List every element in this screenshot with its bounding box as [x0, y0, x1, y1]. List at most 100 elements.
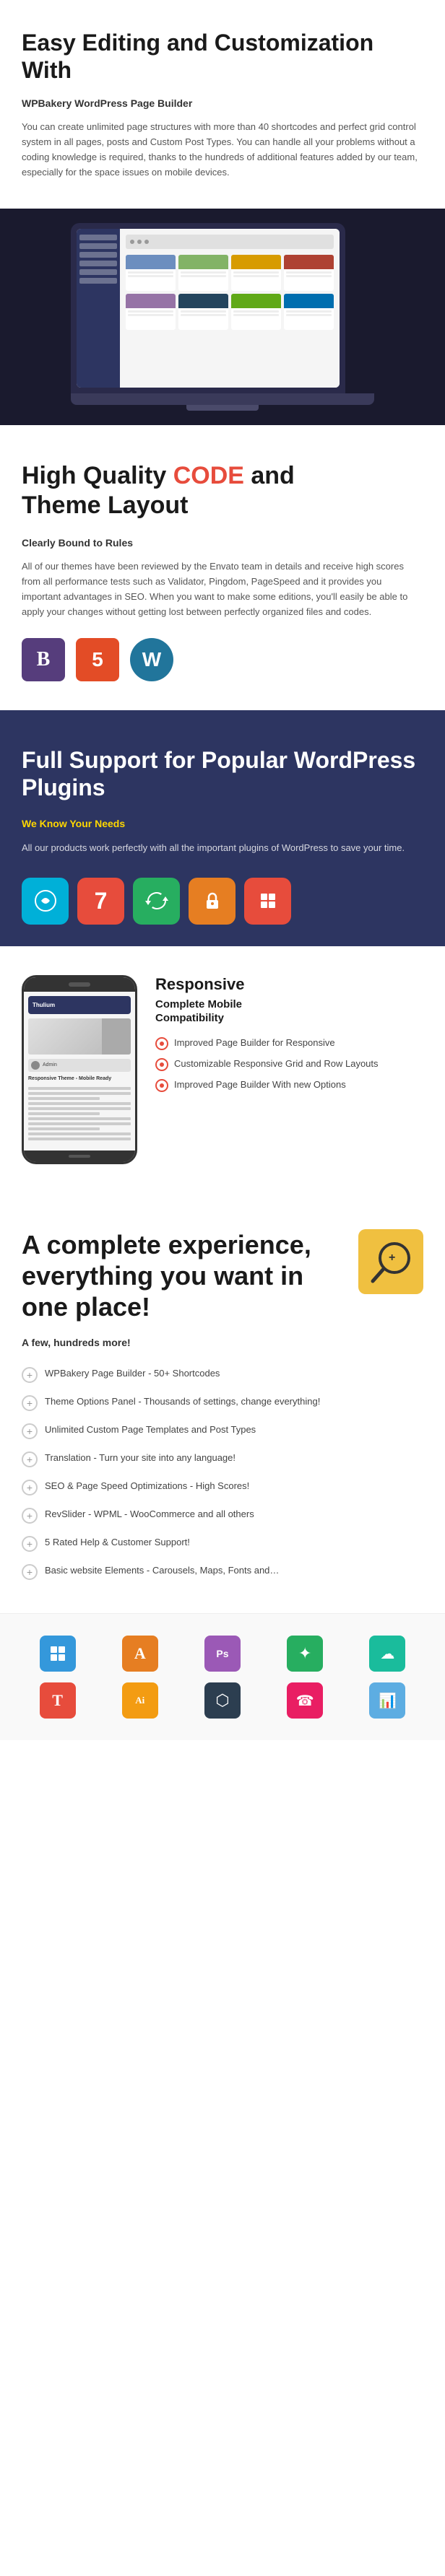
experience-item-7: + 5 Rated Help & Customer Support!	[22, 1535, 423, 1552]
experience-item-text-2: Theme Options Panel - Thousands of setti…	[45, 1394, 320, 1409]
phone-text-line	[28, 1138, 131, 1140]
phone-text-line	[28, 1107, 131, 1110]
laptop-card	[126, 294, 176, 330]
hand-icon: +	[358, 1229, 423, 1294]
laptop-card	[178, 294, 228, 330]
phone-text-lines	[28, 1086, 131, 1144]
plus-circle-icon-2: +	[22, 1395, 38, 1411]
plus-circle-icon-4: +	[22, 1451, 38, 1467]
feature-list: Improved Page Builder for Responsive Cus…	[155, 1036, 423, 1092]
plugins-subtitle: We Know Your Needs	[22, 816, 423, 831]
phone-text-line	[28, 1117, 131, 1120]
bottom-icon-type: T	[40, 1682, 76, 1719]
section-editing: Easy Editing and Customization With WPBa…	[0, 0, 445, 209]
bootstrap-icon: B	[22, 638, 65, 681]
laptop-screen	[77, 229, 340, 388]
plus-circle-icon-5: +	[22, 1480, 38, 1496]
feature-text-1: Improved Page Builder for Responsive	[174, 1036, 335, 1049]
sidebar-item	[79, 261, 117, 266]
topbar-dot	[144, 240, 149, 244]
experience-item-1: + WPBakery Page Builder - 50+ Shortcodes	[22, 1366, 423, 1383]
phone-admin-name: Admin	[43, 1062, 57, 1067]
phone-hero-left	[28, 1018, 102, 1055]
phone-text-line	[28, 1132, 131, 1135]
bottom-icon-star: ✦	[287, 1636, 323, 1672]
seven-icon: 7	[77, 878, 124, 925]
plus-circle-icon-1: +	[22, 1367, 38, 1383]
bottom-icon-chart: 📊	[369, 1682, 405, 1719]
html5-icon: 5	[76, 638, 119, 681]
phone-text-line	[28, 1122, 131, 1125]
code-title-part1: High Quality	[22, 462, 173, 489]
code-title: High Quality CODE andTheme Layout	[22, 461, 423, 520]
plus-circle-icon-7: +	[22, 1536, 38, 1552]
experience-item-6: + RevSlider - WPML - WooCommerce and all…	[22, 1507, 423, 1524]
experience-item-text-5: SEO & Page Speed Optimizations - High Sc…	[45, 1479, 249, 1493]
laptop-main	[120, 229, 340, 388]
experience-item-text-6: RevSlider - WPML - WooCommerce and all o…	[45, 1507, 254, 1521]
feature-check-icon	[155, 1079, 168, 1092]
experience-item-8: + Basic website Elements - Carousels, Ma…	[22, 1563, 423, 1580]
laptop-demo	[0, 209, 445, 425]
bottom-icon-text: A	[122, 1636, 158, 1672]
phone-hero	[28, 1018, 131, 1055]
phone-avatar	[31, 1061, 40, 1070]
wordpress-icon: W	[130, 638, 173, 681]
laptop-card	[284, 294, 334, 330]
laptop-content-grid	[126, 255, 334, 330]
laptop-card	[231, 255, 281, 291]
phone-hero-right	[102, 1018, 131, 1055]
topbar-dot	[137, 240, 142, 244]
responsive-subtitle: Complete MobileCompatibility	[155, 997, 423, 1026]
tech-icons: B 5 W	[22, 638, 423, 681]
phone-text-line-short	[28, 1112, 100, 1115]
responsive-content: Responsive Complete MobileCompatibility …	[155, 975, 423, 1099]
sidebar-item	[79, 252, 117, 258]
plus-circle-icon-8: +	[22, 1564, 38, 1580]
few-more: A few, hundreds more!	[22, 1337, 423, 1348]
section-code: High Quality CODE andTheme Layout Clearl…	[0, 425, 445, 710]
feature-text-2: Customizable Responsive Grid and Row Lay…	[174, 1057, 379, 1070]
section-experience: + A complete experience, everything you …	[0, 1193, 445, 1614]
phone-blog-title: Responsive Theme - Mobile Ready	[28, 1075, 131, 1083]
sidebar-item	[79, 243, 117, 249]
code-subtitle: Clearly Bound to Rules	[22, 535, 423, 551]
bottom-icon-hex: ⬡	[204, 1682, 241, 1719]
bottom-icon-phone: ☎	[287, 1682, 323, 1719]
phone-screen: Thulium Admin Responsive Theme - Mobile …	[24, 992, 135, 1151]
feature-item-3: Improved Page Builder With new Options	[155, 1078, 423, 1092]
feature-text-3: Improved Page Builder With new Options	[174, 1078, 346, 1091]
section-plugins: Full Support for Popular WordPress Plugi…	[0, 710, 445, 946]
laptop-stand	[186, 405, 259, 411]
feature-item-1: Improved Page Builder for Responsive	[155, 1036, 423, 1050]
responsive-title: Responsive	[155, 975, 423, 994]
editing-subtitle: WPBakery WordPress Page Builder	[22, 95, 423, 111]
lock-icon	[189, 878, 236, 925]
laptop-base	[71, 393, 374, 405]
phone-text-line	[28, 1092, 131, 1095]
experience-item-text-7: 5 Rated Help & Customer Support!	[45, 1535, 190, 1550]
bottom-icon-cloud: ☁	[369, 1636, 405, 1672]
code-description: All of our themes have been reviewed by …	[22, 559, 423, 619]
laptop-sidebar	[77, 229, 120, 388]
laptop-mockup	[71, 223, 345, 393]
topbar-dot	[130, 240, 134, 244]
experience-item-text-4: Translation - Turn your site into any la…	[45, 1451, 236, 1465]
section-bottom-icons: A Ps ✦ ☁ T Ai ⬡ ☎ 📊	[0, 1613, 445, 1740]
experience-item-text-8: Basic website Elements - Carousels, Maps…	[45, 1563, 279, 1578]
editing-title: Easy Editing and Customization With	[22, 29, 423, 84]
laptop-card	[284, 255, 334, 291]
plus-circle-icon-6: +	[22, 1508, 38, 1524]
laptop-topbar	[126, 235, 334, 249]
phone-home-button	[69, 1155, 90, 1158]
grid-icon	[244, 878, 291, 925]
bottom-icons-grid: A Ps ✦ ☁ T Ai ⬡ ☎ 📊	[22, 1636, 423, 1719]
phone-header: Thulium	[28, 996, 131, 1014]
editing-description: You can create unlimited page structures…	[22, 120, 423, 180]
experience-item-text-3: Unlimited Custom Page Templates and Post…	[45, 1423, 256, 1437]
phone-text-line-short	[28, 1127, 100, 1130]
quill-icon	[22, 878, 69, 925]
svg-text:+: +	[389, 1252, 395, 1264]
phone-admin-bar: Admin	[28, 1059, 131, 1072]
bottom-icon-illustrator: Ai	[122, 1682, 158, 1719]
